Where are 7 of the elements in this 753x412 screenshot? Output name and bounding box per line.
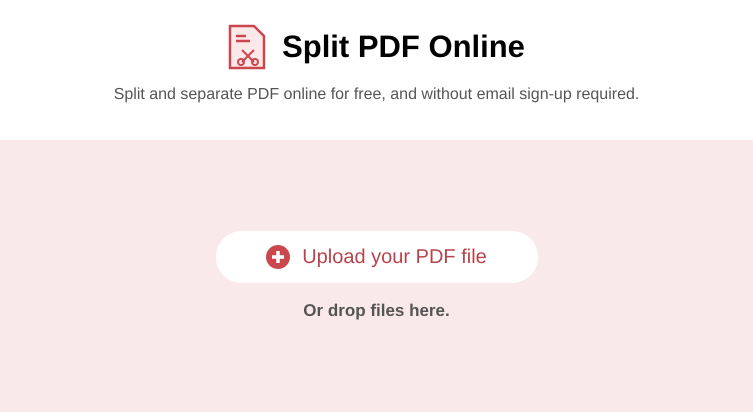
page-title: Split PDF Online: [282, 29, 525, 65]
upload-button[interactable]: Upload your PDF file: [216, 231, 538, 283]
pdf-scissors-icon: [228, 24, 266, 70]
plus-icon: [266, 245, 290, 269]
page-subtitle: Split and separate PDF online for free, and without email sign-up required.: [114, 86, 640, 104]
drop-zone[interactable]: Upload your PDF file Or drop files here.: [0, 140, 753, 412]
drop-hint: Or drop files here.: [303, 301, 450, 321]
